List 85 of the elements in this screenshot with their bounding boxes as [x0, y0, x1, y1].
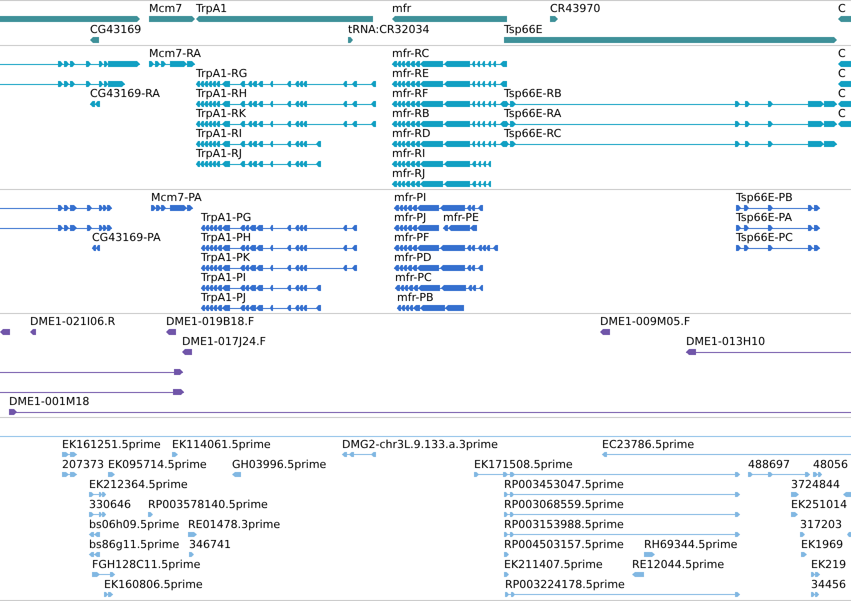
est-label: 207373 — [62, 459, 104, 471]
protein-label: mfr-PD — [394, 252, 432, 264]
clone-end-label: DME1-001M18 — [9, 396, 90, 408]
transcript-label: TrpA1-RH — [196, 88, 248, 100]
clone-end-label: DME1-019B18.F — [166, 316, 254, 328]
transcript-label: C — [838, 68, 846, 80]
gene-label: CG43169 — [90, 24, 142, 36]
transcript-label: mfr-RC — [392, 48, 430, 60]
protein-label: Tsp66E-PC — [736, 232, 793, 244]
est-label: RP003224178.5prime — [505, 579, 625, 591]
est-label: EK219 — [811, 559, 846, 571]
est-label: 317203 — [800, 519, 842, 531]
clone-end-label: DME1-013H10 — [686, 336, 766, 348]
est-label: GH03996.5prime — [232, 459, 326, 471]
protein-label: mfr-PE — [443, 212, 479, 224]
protein-label: mfr-PF — [394, 232, 430, 244]
est-label: 488697 — [748, 459, 790, 471]
est-label: 3724844 — [791, 479, 840, 491]
gene-label: Mcm7 — [149, 3, 182, 15]
gene-label: mfr — [392, 3, 412, 15]
transcript-label: C — [838, 88, 846, 100]
transcript-label: mfr-RE — [392, 68, 429, 80]
transcript-label: Tsp66E-RA — [504, 108, 562, 120]
transcript-label: Tsp66E-RB — [504, 88, 562, 100]
transcript-label: Mcm7-RA — [149, 48, 201, 60]
protein-label: TrpA1-PG — [201, 212, 252, 224]
est-label: 330646 — [89, 499, 131, 511]
protein-label: Mcm7-PA — [151, 192, 202, 204]
gene-label: tRNA:CR32034 — [348, 24, 430, 36]
est-label: EK1969 — [801, 539, 844, 551]
est-label: bs06h09.5prime — [89, 519, 180, 531]
est-label: RP003578140.5prime — [148, 499, 268, 511]
est-label: EK160806.5prime — [104, 579, 203, 591]
est-label: EK251014 — [791, 499, 848, 511]
transcript-label: mfr-RF — [392, 88, 428, 100]
est-label: EK211407.5prime — [504, 559, 603, 571]
est-label: EK161251.5prime — [62, 439, 161, 451]
clone-end-label: DME1-009M05.F — [600, 316, 690, 328]
est-label: EC23786.5prime — [602, 439, 694, 451]
transcript-label: Tsp66E-RC — [504, 128, 562, 140]
est-label: RH69344.5prime — [644, 539, 738, 551]
gene-label: C — [838, 3, 846, 15]
protein-label: mfr-PJ — [394, 212, 426, 224]
protein-label: mfr-PB — [397, 292, 434, 304]
transcript-label: CG43169-RA — [90, 88, 160, 100]
est-label: RE01478.3prime — [188, 519, 280, 531]
protein-label: CG43169-PA — [92, 232, 161, 244]
est-label: EK212364.5prime — [89, 479, 188, 491]
protein-label: Tsp66E-PA — [736, 212, 792, 224]
transcript-label: mfr-RB — [392, 108, 430, 120]
clone-end-label: DME1-017J24.F — [182, 336, 266, 348]
transcript-label: TrpA1-RI — [196, 128, 242, 140]
protein-label: mfr-PI — [394, 192, 426, 204]
protein-label: TrpA1-PI — [201, 272, 246, 284]
transcript-label: mfr-RJ — [392, 168, 426, 180]
protein-label: Tsp66E-PB — [736, 192, 793, 204]
protein-label: mfr-PC — [395, 272, 432, 284]
est-label: 346741 — [189, 539, 231, 551]
gene-label: TrpA1 — [196, 3, 228, 15]
est-label: 48056 — [813, 459, 848, 471]
transcript-label: TrpA1-RJ — [196, 148, 242, 160]
est-label: RP003068559.5prime — [504, 499, 624, 511]
est-label: 34456 — [811, 579, 846, 591]
est-label: EK114061.5prime — [172, 439, 271, 451]
est-label: RP004503157.5prime — [504, 539, 624, 551]
est-label: RP003453047.5prime — [504, 479, 624, 491]
gene-label: Tsp66E — [504, 24, 543, 36]
est-label: EK171508.5prime — [474, 459, 573, 471]
est-label: bs86g11.5prime — [89, 539, 180, 551]
est-label: DMG2-chr3L.9.133.a.3prime — [342, 439, 498, 451]
est-label: EK095714.5prime — [108, 459, 207, 471]
gene-label: CR43970 — [550, 3, 600, 15]
est-label: FGH128C11.5prime — [92, 559, 200, 571]
protein-label: TrpA1-PK — [201, 252, 250, 264]
protein-label: TrpA1-PH — [201, 232, 252, 244]
transcript-label: TrpA1-RK — [196, 108, 246, 120]
transcript-label: TrpA1-RG — [196, 68, 248, 80]
transcript-label: mfr-RI — [392, 148, 426, 160]
transcript-label: C — [838, 48, 846, 60]
transcript-label: C — [838, 108, 846, 120]
est-label: RE12044.5prime — [632, 559, 724, 571]
clone-end-label: DME1-021I06.R — [30, 316, 116, 328]
transcript-label: mfr-RD — [392, 128, 430, 140]
protein-label: TrpA1-PJ — [201, 292, 246, 304]
est-label: RP003153988.5prime — [504, 519, 624, 531]
